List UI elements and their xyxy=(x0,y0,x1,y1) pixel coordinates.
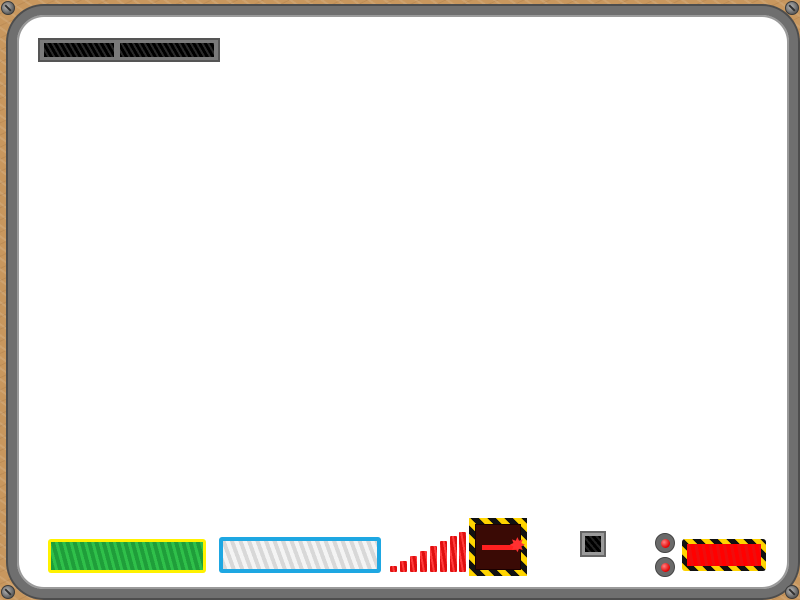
signal-bar xyxy=(400,561,407,572)
screw-icon xyxy=(785,1,799,15)
signal-bar xyxy=(420,551,427,572)
screw-icon xyxy=(785,585,799,599)
red-button-bottom[interactable] xyxy=(655,557,675,577)
scribbled-title-text xyxy=(44,43,214,57)
black-block-icon xyxy=(585,536,601,552)
signal-bar xyxy=(450,536,457,572)
danger-bar xyxy=(682,539,766,571)
red-button-icon xyxy=(661,539,670,548)
title-plate xyxy=(38,38,220,62)
red-button-icon xyxy=(661,563,670,572)
screw-icon xyxy=(1,1,15,15)
signal-strength-icon xyxy=(390,528,466,572)
energy-bar xyxy=(219,537,381,573)
signal-bar xyxy=(459,532,466,572)
inventory-slot[interactable] xyxy=(580,531,606,557)
health-bar xyxy=(48,539,206,573)
red-button-top[interactable] xyxy=(655,533,675,553)
health-bar-fill xyxy=(51,542,203,570)
screw-icon xyxy=(1,585,15,599)
danger-bar-fill xyxy=(687,544,761,566)
laser-weapon-button[interactable]: ✸ xyxy=(469,518,527,576)
signal-bar xyxy=(390,566,397,572)
game-board[interactable] xyxy=(8,6,798,598)
signal-bar xyxy=(440,541,447,572)
laser-spark-icon: ✸ xyxy=(509,533,526,557)
signal-bar xyxy=(430,546,437,572)
signal-bar xyxy=(410,556,417,572)
energy-bar-fill xyxy=(223,541,377,569)
